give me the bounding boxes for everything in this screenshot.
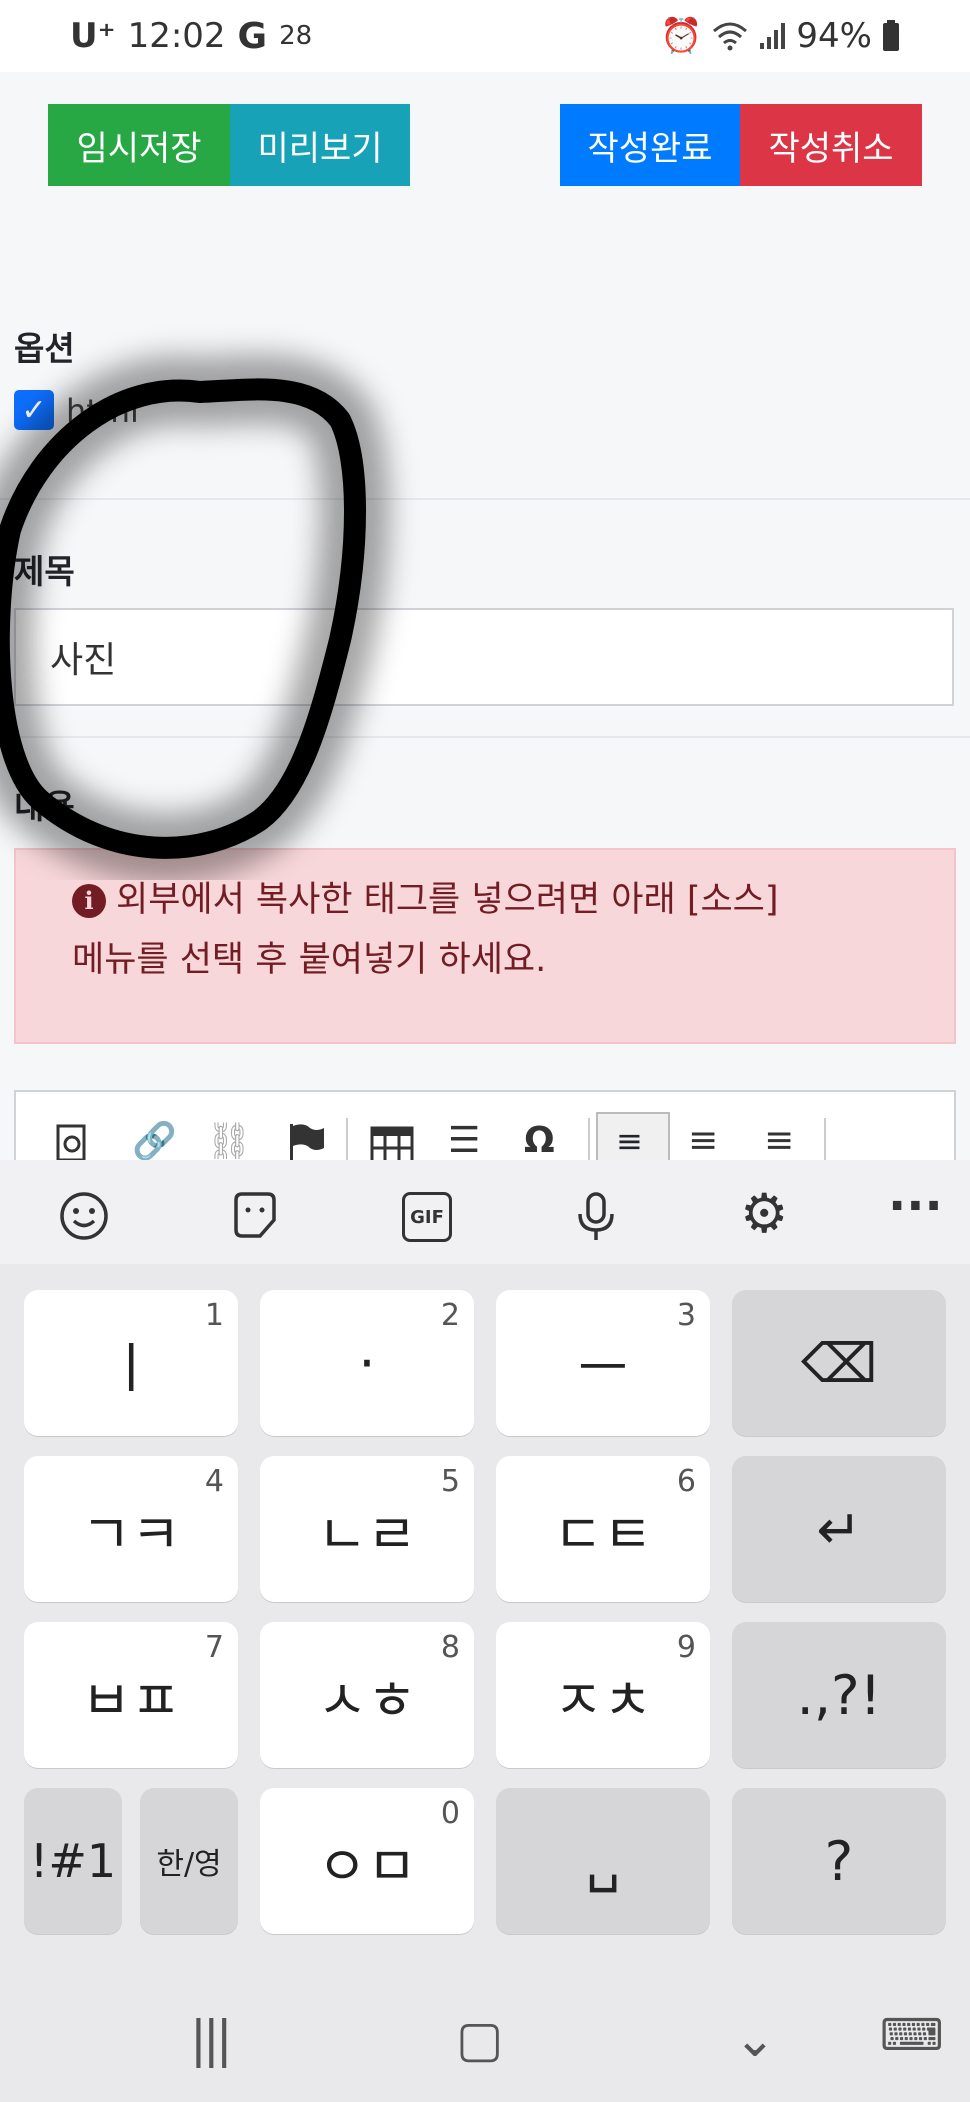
link-icon[interactable]: 🔗 — [132, 1120, 177, 1160]
source-paste-alert: i 외부에서 복사한 태그를 넣으려면 아래 [소스] 메뉴를 선택 후 붙여넣기… — [14, 848, 956, 1044]
key-giyeok-kieuk[interactable]: ㄱㅋ 4 — [24, 1456, 238, 1602]
recent-apps-icon[interactable]: ||| — [190, 2010, 233, 2068]
align-left-icon[interactable]: ≡ — [596, 1112, 670, 1160]
space-key[interactable]: ␣ — [496, 1788, 710, 1934]
divider — [0, 736, 970, 738]
alert-line-2: 메뉴를 선택 후 붙여넣기 하세요. — [72, 940, 547, 980]
language-toggle-key[interactable]: 한/영 — [140, 1788, 238, 1934]
alert-line-1: 외부에서 복사한 태그를 넣으려면 아래 [소스] — [116, 880, 779, 920]
cancel-button[interactable]: 작성취소 — [740, 104, 922, 186]
preview-button[interactable]: 미리보기 — [230, 104, 410, 186]
key-vowel-i[interactable]: ㅣ1 — [24, 1290, 238, 1436]
emoji-icon[interactable] — [58, 1190, 110, 1242]
key-bieup-pieup[interactable]: ㅂㅍ 7 — [24, 1622, 238, 1768]
key-digeut-tieut[interactable]: ㄷㅌ 6 — [496, 1456, 710, 1602]
title-input[interactable]: 사진 — [14, 608, 954, 706]
html-checkbox-label: html — [66, 392, 139, 430]
key-ieung-mieum[interactable]: ㅇㅁ 0 — [260, 1788, 474, 1934]
symbols-key[interactable]: !#1 — [24, 1788, 122, 1934]
temp-save-button[interactable]: 임시저장 — [48, 104, 230, 186]
anchor-icon[interactable] — [286, 1122, 326, 1160]
question-key[interactable]: ? — [732, 1788, 946, 1934]
options-label: 옵션 — [14, 329, 75, 368]
enter-icon: ↵ — [816, 1497, 862, 1561]
complete-button[interactable]: 작성완료 — [560, 104, 740, 186]
back-icon[interactable]: ⌄ — [734, 2010, 776, 2068]
info-icon: i — [72, 884, 106, 918]
home-icon[interactable]: ▢ — [456, 2010, 503, 2068]
enter-key[interactable]: ↵ — [732, 1456, 946, 1602]
signal-icon — [760, 23, 786, 49]
table-icon[interactable] — [370, 1126, 414, 1160]
g-icon: G — [237, 15, 268, 57]
align-center-icon[interactable]: ≡ — [688, 1120, 718, 1160]
keyboard-hide-icon[interactable]: ⌨ — [880, 2010, 944, 2061]
status-bar: U⁺ 12:02 G 28 ⏰ 94% — [0, 0, 970, 72]
horizontal-line-icon[interactable]: ☰ — [448, 1120, 480, 1160]
keyboard-toolbar: GIF ⚙ ··· — [0, 1160, 970, 1264]
key-vowel-eu[interactable]: ㅡ3 — [496, 1290, 710, 1436]
key-jieut-chieut[interactable]: ㅈㅊ 9 — [496, 1622, 710, 1768]
battery-icon — [883, 20, 899, 51]
editor-toolbar: 🔗 ⛓ ☰ Ω ≡ ≡ ≡ — [14, 1090, 956, 1160]
toolbar-separator — [824, 1118, 826, 1160]
wifi-icon — [713, 22, 748, 51]
status-indicator: 28 — [279, 21, 313, 51]
battery-percent: 94% — [796, 16, 872, 56]
more-icon[interactable]: ··· — [888, 1178, 943, 1234]
find-icon[interactable] — [56, 1124, 92, 1160]
toolbar-separator — [346, 1118, 348, 1160]
content-label: 내용 — [14, 787, 75, 826]
clock: 12:02 — [127, 16, 226, 56]
toolbar-separator — [588, 1118, 590, 1160]
key-vowel-dot[interactable]: · 2 — [260, 1290, 474, 1436]
sticker-icon[interactable] — [230, 1190, 280, 1240]
editor-actions: 임시저장 미리보기 작성완료 작성취소 — [48, 104, 922, 186]
alarm-icon: ⏰ — [660, 16, 703, 56]
settings-icon[interactable]: ⚙ — [740, 1182, 788, 1245]
space-icon: ␣ — [585, 1829, 621, 1893]
backspace-key[interactable]: ⌫ — [732, 1290, 946, 1436]
html-checkbox[interactable]: ✓ — [14, 390, 54, 430]
divider — [0, 498, 970, 500]
key-siot-hieut[interactable]: ㅅㅎ 8 — [260, 1622, 474, 1768]
align-right-icon[interactable]: ≡ — [764, 1120, 794, 1160]
mic-icon[interactable] — [574, 1190, 618, 1242]
gif-icon[interactable]: GIF — [402, 1192, 452, 1242]
unlink-icon[interactable]: ⛓ — [206, 1120, 252, 1160]
special-char-icon[interactable]: Ω — [524, 1120, 555, 1160]
title-label: 제목 — [14, 552, 75, 591]
punctuation-key[interactable]: .,?! — [732, 1622, 946, 1768]
carrier-label: U⁺ — [70, 16, 116, 56]
key-nieun-rieul[interactable]: ㄴㄹ 5 — [260, 1456, 474, 1602]
backspace-icon: ⌫ — [800, 1331, 878, 1395]
